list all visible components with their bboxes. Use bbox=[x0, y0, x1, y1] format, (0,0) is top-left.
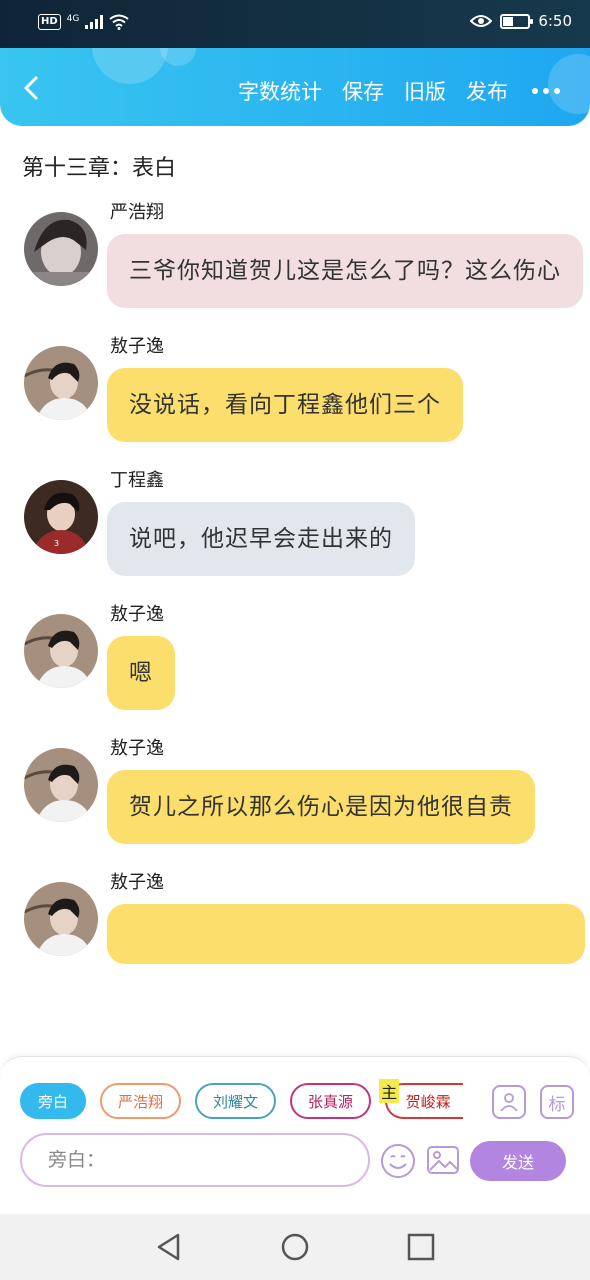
image-icon[interactable] bbox=[426, 1143, 460, 1177]
role-chip-liuyaowen[interactable]: 刘耀文 bbox=[195, 1083, 277, 1119]
nav-home-icon[interactable] bbox=[280, 1232, 310, 1262]
role-chip-hejunlin-wrap: 主 贺峻霖 bbox=[379, 1079, 464, 1119]
system-nav-bar bbox=[0, 1214, 590, 1280]
avatar[interactable] bbox=[24, 614, 98, 688]
back-arrow-icon[interactable] bbox=[18, 74, 46, 102]
clock: 6:50 bbox=[538, 12, 572, 30]
network-type: 4G bbox=[66, 14, 80, 24]
role-chip-narrator[interactable]: 旁白 bbox=[20, 1083, 87, 1119]
speaker-name: 敖子逸 bbox=[110, 738, 164, 759]
message-item[interactable]: 敖子逸 bbox=[0, 866, 590, 968]
word-count-button[interactable]: 字数统计 bbox=[238, 76, 322, 106]
message-item[interactable]: 敖子逸 嗯 bbox=[0, 598, 590, 710]
message-item[interactable]: 敖子逸 没说话，看向丁程鑫他们三个 bbox=[0, 330, 590, 442]
wifi-icon bbox=[109, 14, 129, 30]
hd-badge: HD bbox=[38, 14, 61, 30]
avatar[interactable] bbox=[24, 882, 98, 956]
nav-back-icon[interactable] bbox=[154, 1232, 184, 1262]
svg-text:3: 3 bbox=[54, 539, 59, 548]
message-bubble[interactable]: 说吧，他迟早会走出来的 bbox=[107, 502, 415, 576]
message-list: 严浩翔 三爷你知道贺儿这是怎么了吗？这么伤心 敖子逸 没说话，看向丁程鑫他们三个… bbox=[0, 196, 590, 1056]
speaker-name: 丁程鑫 bbox=[110, 470, 164, 491]
avatar[interactable]: 3 bbox=[24, 480, 98, 554]
eye-comfort-icon bbox=[470, 15, 493, 27]
message-bubble[interactable]: 三爷你知道贺儿这是怎么了吗？这么伤心 bbox=[107, 234, 583, 308]
message-bubble[interactable]: 贺儿之所以那么伤心是因为他很自责 bbox=[107, 770, 535, 844]
main-role-tag: 主 bbox=[379, 1079, 400, 1103]
status-bar: HD 4G 6:50 bbox=[0, 0, 590, 48]
speaker-name: 敖子逸 bbox=[110, 604, 164, 625]
avatar[interactable] bbox=[24, 346, 98, 420]
message-item[interactable]: 3 丁程鑫 说吧，他迟早会走出来的 bbox=[0, 464, 590, 576]
speaker-name: 敖子逸 bbox=[110, 336, 164, 357]
mark-button[interactable]: 标 bbox=[540, 1085, 574, 1119]
chapter-title: 第十三章：表白 bbox=[22, 156, 177, 181]
character-manage-icon[interactable] bbox=[492, 1085, 526, 1119]
publish-button[interactable]: 发布 bbox=[466, 76, 508, 106]
speaker-name: 敖子逸 bbox=[110, 872, 164, 893]
message-bubble[interactable] bbox=[107, 904, 585, 964]
message-item[interactable]: 敖子逸 贺儿之所以那么伤心是因为他很自责 bbox=[0, 732, 590, 844]
role-chip-yanhaoxiang[interactable]: 严浩翔 bbox=[100, 1083, 182, 1119]
person-icon bbox=[500, 1093, 518, 1112]
nav-recents-icon[interactable] bbox=[406, 1232, 436, 1262]
send-button[interactable]: 发送 bbox=[470, 1141, 566, 1181]
more-icon[interactable] bbox=[532, 88, 560, 94]
input-panel: 旁白 严浩翔 刘耀文 张真源 主 贺峻霖 标 旁白： 发送 bbox=[0, 1056, 590, 1214]
avatar[interactable] bbox=[24, 212, 98, 286]
signal-icon bbox=[85, 15, 104, 29]
battery-icon bbox=[500, 13, 534, 29]
old-version-button[interactable]: 旧版 bbox=[404, 76, 446, 106]
message-input[interactable]: 旁白： bbox=[20, 1133, 370, 1187]
role-chip-zhangzhenyuan[interactable]: 张真源 bbox=[290, 1083, 372, 1119]
editor-header: 字数统计 保存 旧版 发布 bbox=[0, 48, 590, 126]
emoji-icon[interactable] bbox=[380, 1143, 416, 1179]
message-item[interactable]: 严浩翔 三爷你知道贺儿这是怎么了吗？这么伤心 bbox=[0, 196, 590, 308]
speaker-name: 严浩翔 bbox=[110, 202, 164, 223]
message-bubble[interactable]: 没说话，看向丁程鑫他们三个 bbox=[107, 368, 463, 442]
save-button[interactable]: 保存 bbox=[342, 76, 384, 106]
message-bubble[interactable]: 嗯 bbox=[107, 636, 175, 710]
role-chip-bar: 旁白 严浩翔 刘耀文 张真源 主 贺峻霖 bbox=[20, 1079, 464, 1119]
avatar[interactable] bbox=[24, 748, 98, 822]
